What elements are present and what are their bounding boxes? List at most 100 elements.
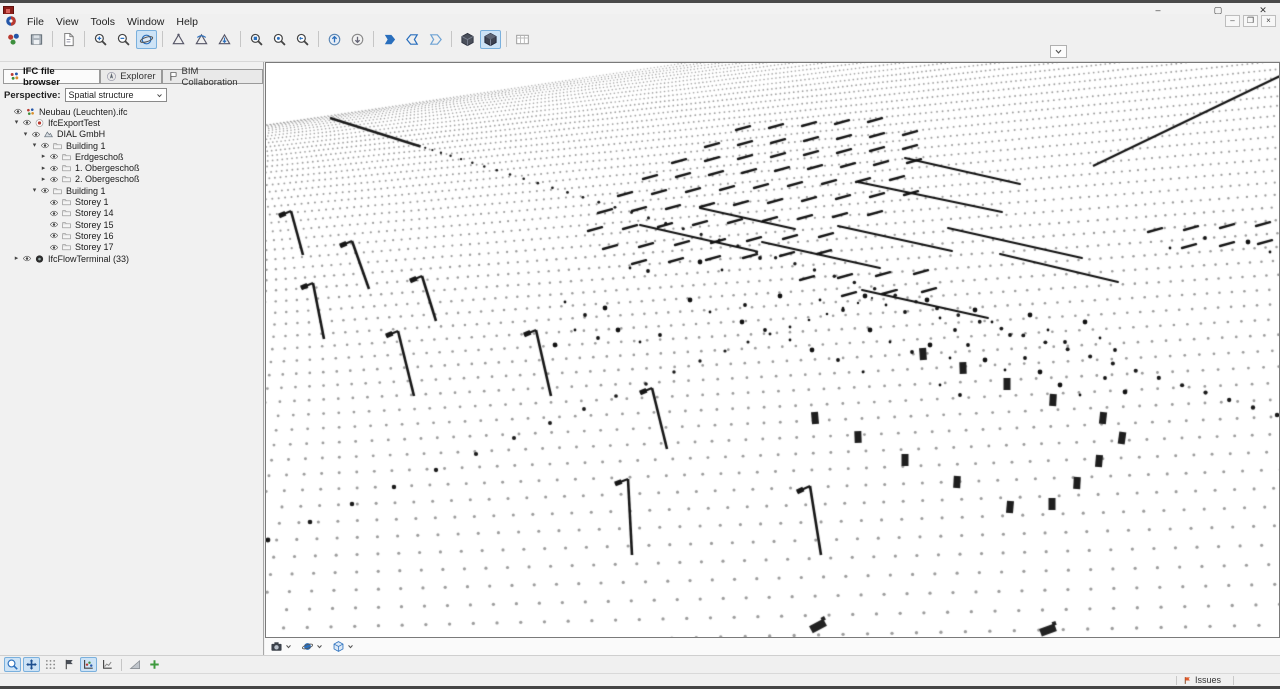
add-point-button[interactable] xyxy=(146,657,163,672)
visibility-eye-icon[interactable] xyxy=(48,164,60,173)
ramp-button[interactable] xyxy=(127,657,144,672)
view-cube-button[interactable] xyxy=(457,30,478,49)
orbit-mini-button[interactable] xyxy=(301,640,323,653)
tree-item[interactable]: ▸1. Obergeschoß xyxy=(0,162,263,173)
tree-expand-toggle[interactable]: ▾ xyxy=(30,141,39,150)
tree-item[interactable]: ▸IfcFlowTerminal (33) xyxy=(0,253,263,264)
nav-left-icon xyxy=(405,32,420,47)
grid-points-button[interactable] xyxy=(42,657,59,672)
orbit-mini-icon xyxy=(301,640,314,653)
import-model-button[interactable] xyxy=(324,30,345,49)
open-file-button[interactable] xyxy=(3,30,24,49)
tab-ifc-file-browser[interactable]: IFC file browser xyxy=(3,69,100,84)
visibility-eye-icon[interactable] xyxy=(39,186,51,195)
tree-item[interactable]: ▸Erdgeschoß xyxy=(0,151,263,162)
tree-expand-toggle[interactable]: ▾ xyxy=(21,130,30,139)
new-document-icon xyxy=(61,32,76,47)
camera-view-button[interactable] xyxy=(270,640,292,653)
visibility-eye-icon[interactable] xyxy=(39,141,51,150)
visibility-eye-icon[interactable] xyxy=(21,118,33,127)
flag-tool-button[interactable] xyxy=(61,657,78,672)
tree-item[interactable]: Storey 16 xyxy=(0,230,263,241)
menu-item-window[interactable]: Window xyxy=(121,16,170,28)
visibility-eye-icon[interactable] xyxy=(21,254,33,263)
tree-expand-toggle[interactable]: ▾ xyxy=(12,118,21,127)
tree-item[interactable]: ▾Building 1 xyxy=(0,185,263,196)
zoom-window-button[interactable] xyxy=(90,30,111,49)
eye-icon xyxy=(48,209,60,218)
visibility-eye-icon[interactable] xyxy=(30,130,42,139)
toolbar-separator xyxy=(506,31,507,47)
mdi-minimize-button[interactable]: – xyxy=(1225,15,1240,27)
tree-expand-toggle[interactable]: ▾ xyxy=(30,186,39,195)
visibility-eye-icon[interactable] xyxy=(48,220,60,229)
dropdown-caret-icon[interactable] xyxy=(347,643,354,650)
measure-table-button[interactable] xyxy=(512,30,533,49)
perspective-select[interactable]: Spatial structure xyxy=(65,88,167,102)
dropdown-caret-icon[interactable] xyxy=(316,643,323,650)
prism-select-button[interactable] xyxy=(168,30,189,49)
folder-icon xyxy=(61,197,72,207)
mdi-close-button[interactable]: × xyxy=(1261,15,1276,27)
zoom-tool-button[interactable] xyxy=(4,657,21,672)
orbit-button[interactable] xyxy=(136,30,157,49)
tree-item[interactable]: ▸2. Obergeschoß xyxy=(0,174,263,185)
prism-rotate-button[interactable] xyxy=(191,30,212,49)
menu-item-view[interactable]: View xyxy=(50,16,85,28)
menu-item-file[interactable]: File xyxy=(21,16,50,28)
cube-mini-button[interactable] xyxy=(332,640,354,653)
folder-icon xyxy=(52,186,63,196)
tree-expand-toggle[interactable]: ▸ xyxy=(39,152,48,161)
nav-forward-icon xyxy=(382,32,397,47)
tree-expand-toggle[interactable]: ▸ xyxy=(12,254,21,263)
view-cube-shaded-button[interactable] xyxy=(480,30,501,49)
tree-item[interactable]: Neubau (Leuchten).ifc xyxy=(0,106,263,117)
app-logo-icon xyxy=(5,15,17,27)
tree-expand-toggle[interactable]: ▸ xyxy=(39,175,48,184)
folder-icon xyxy=(61,174,72,184)
visibility-eye-icon[interactable] xyxy=(12,107,24,116)
zoom-extents-button[interactable] xyxy=(269,30,290,49)
zoom-region-button[interactable] xyxy=(246,30,267,49)
isolines-button[interactable] xyxy=(80,657,97,672)
mdi-restore-button[interactable]: ❐ xyxy=(1243,15,1258,27)
new-document-button[interactable] xyxy=(58,30,79,49)
prism-move-button[interactable] xyxy=(214,30,235,49)
value-chart-button[interactable] xyxy=(99,657,116,672)
visibility-eye-icon[interactable] xyxy=(48,198,60,207)
issues-panel-button[interactable]: Issues xyxy=(1183,675,1221,685)
visibility-eye-icon[interactable] xyxy=(48,175,60,184)
tree-item[interactable]: Storey 17 xyxy=(0,242,263,253)
nav-forward-button[interactable] xyxy=(379,30,400,49)
export-model-button[interactable] xyxy=(347,30,368,49)
perspective-row: Perspective: Spatial structure xyxy=(4,88,263,102)
dropdown-caret-icon[interactable] xyxy=(285,643,292,650)
nav-left-button[interactable] xyxy=(402,30,423,49)
tree-item[interactable]: ▾Building 1 xyxy=(0,140,263,151)
tab-bim-collaboration[interactable]: BIM Collaboration xyxy=(162,69,263,84)
nav-right-button[interactable] xyxy=(425,30,446,49)
visibility-eye-icon[interactable] xyxy=(48,231,60,240)
visibility-eye-icon[interactable] xyxy=(48,152,60,161)
viewport-canvas[interactable] xyxy=(266,63,1279,637)
visibility-eye-icon[interactable] xyxy=(48,209,60,218)
tree-item-label: Storey 16 xyxy=(75,231,114,241)
tree-item[interactable]: Storey 1 xyxy=(0,196,263,207)
visibility-eye-icon[interactable] xyxy=(48,243,60,252)
tree-item[interactable]: Storey 14 xyxy=(0,208,263,219)
tree-item[interactable]: Storey 15 xyxy=(0,219,263,230)
pan-tool-button[interactable] xyxy=(23,657,40,672)
tree-item[interactable]: ▾IfcExportTest xyxy=(0,117,263,128)
zoom-previous-button[interactable] xyxy=(292,30,313,49)
menu-item-tools[interactable]: Tools xyxy=(85,16,122,28)
viewport-3d[interactable] xyxy=(265,62,1280,638)
zoom-dynamic-button[interactable] xyxy=(113,30,134,49)
tree-expand-toggle[interactable]: ▸ xyxy=(39,164,48,173)
tab-explorer[interactable]: Explorer xyxy=(100,69,161,84)
save-scene-button[interactable] xyxy=(26,30,47,49)
add-point-icon xyxy=(148,658,161,671)
tree-item[interactable]: ▾DIAL GmbH xyxy=(0,129,263,140)
menu-item-help[interactable]: Help xyxy=(170,16,204,28)
toolbar-overflow-button[interactable] xyxy=(1050,45,1067,58)
flag-bcf-icon xyxy=(168,71,179,82)
